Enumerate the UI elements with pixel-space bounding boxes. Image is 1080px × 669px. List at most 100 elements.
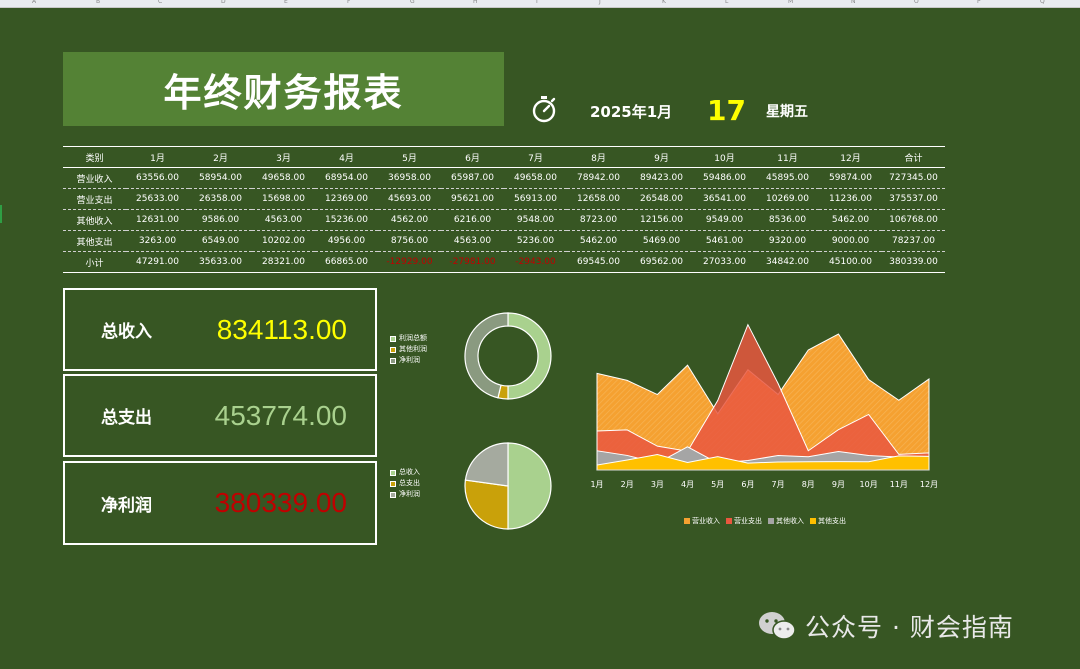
- table-cell[interactable]: 5236.00: [504, 231, 567, 252]
- table-cell[interactable]: 375537.00: [882, 189, 945, 210]
- table-cell[interactable]: 49658.00: [504, 168, 567, 189]
- table-cell[interactable]: 9548.00: [504, 210, 567, 231]
- column-letter[interactable]: K: [662, 0, 666, 6]
- table-cell[interactable]: 15236.00: [315, 210, 378, 231]
- pie-slice[interactable]: [507, 312, 552, 400]
- legend-swatch: [726, 518, 732, 524]
- table-cell[interactable]: 5461.00: [693, 231, 756, 252]
- table-cell[interactable]: 68954.00: [315, 168, 378, 189]
- table-cell[interactable]: 9549.00: [693, 210, 756, 231]
- table-cell[interactable]: 56913.00: [504, 189, 567, 210]
- column-letter[interactable]: L: [725, 0, 728, 6]
- table-cell[interactable]: 34842.00: [756, 252, 819, 273]
- table-cell[interactable]: 45895.00: [756, 168, 819, 189]
- table-cell[interactable]: 8756.00: [378, 231, 441, 252]
- pie-slice[interactable]: [464, 312, 509, 399]
- table-cell[interactable]: 49658.00: [252, 168, 315, 189]
- table-cell[interactable]: 小计: [63, 252, 126, 273]
- kpi-net-profit[interactable]: 净利润 380339.00: [63, 461, 377, 545]
- table-cell[interactable]: 其他支出: [63, 231, 126, 252]
- table-cell[interactable]: 59874.00: [819, 168, 882, 189]
- table-cell[interactable]: 营业收入: [63, 168, 126, 189]
- table-cell[interactable]: 9320.00: [756, 231, 819, 252]
- table-cell[interactable]: 69545.00: [567, 252, 630, 273]
- table-cell[interactable]: 36958.00: [378, 168, 441, 189]
- column-letter[interactable]: B: [96, 0, 100, 6]
- table-cell[interactable]: 69562.00: [630, 252, 693, 273]
- table-cell[interactable]: 45100.00: [819, 252, 882, 273]
- table-cell[interactable]: 12156.00: [630, 210, 693, 231]
- table-cell[interactable]: 5462.00: [567, 231, 630, 252]
- table-cell[interactable]: 6216.00: [441, 210, 504, 231]
- table-cell[interactable]: 78942.00: [567, 168, 630, 189]
- table-cell[interactable]: 营业支出: [63, 189, 126, 210]
- monthly-area-chart[interactable]: 1月 2月 3月 4月 5月 6月 7月 8月 9月 10月 11月 12月: [585, 310, 945, 500]
- table-cell[interactable]: 5462.00: [819, 210, 882, 231]
- table-cell[interactable]: 59486.00: [693, 168, 756, 189]
- column-letter[interactable]: E: [284, 0, 288, 6]
- column-letter[interactable]: O: [914, 0, 919, 6]
- pie-slice[interactable]: [507, 442, 552, 530]
- table-cell[interactable]: 58954.00: [189, 168, 252, 189]
- table-cell[interactable]: 106768.00: [882, 210, 945, 231]
- column-letter[interactable]: A: [32, 0, 36, 6]
- table-cell[interactable]: 27033.00: [693, 252, 756, 273]
- table-cell[interactable]: 63556.00: [126, 168, 189, 189]
- table-cell[interactable]: 10202.00: [252, 231, 315, 252]
- table-cell[interactable]: 12658.00: [567, 189, 630, 210]
- column-letter[interactable]: C: [158, 0, 162, 6]
- table-cell[interactable]: 35633.00: [189, 252, 252, 273]
- table-cell[interactable]: 9586.00: [189, 210, 252, 231]
- table-cell[interactable]: 4956.00: [315, 231, 378, 252]
- column-letter[interactable]: N: [851, 0, 856, 6]
- table-cell[interactable]: 15698.00: [252, 189, 315, 210]
- table-cell[interactable]: 89423.00: [630, 168, 693, 189]
- profit-donut-chart[interactable]: [462, 310, 554, 402]
- table-cell[interactable]: 9000.00: [819, 231, 882, 252]
- kpi-total-expense[interactable]: 总支出 453774.00: [63, 374, 377, 457]
- table-cell[interactable]: -2943.00: [504, 252, 567, 273]
- table-cell[interactable]: -27981.00: [441, 252, 504, 273]
- table-cell[interactable]: 4563.00: [441, 231, 504, 252]
- table-cell[interactable]: 25633.00: [126, 189, 189, 210]
- table-cell[interactable]: 4563.00: [252, 210, 315, 231]
- column-letter[interactable]: J: [599, 0, 601, 6]
- table-cell[interactable]: 380339.00: [882, 252, 945, 273]
- table-cell[interactable]: 4562.00: [378, 210, 441, 231]
- table-cell[interactable]: 10269.00: [756, 189, 819, 210]
- table-cell[interactable]: 66865.00: [315, 252, 378, 273]
- kpi-total-income[interactable]: 总收入 834113.00: [63, 288, 377, 371]
- table-cell[interactable]: 36541.00: [693, 189, 756, 210]
- table-cell[interactable]: 8536.00: [756, 210, 819, 231]
- table-cell[interactable]: 78237.00: [882, 231, 945, 252]
- table-cell[interactable]: 8723.00: [567, 210, 630, 231]
- table-cell[interactable]: 26548.00: [630, 189, 693, 210]
- table-cell[interactable]: 其他收入: [63, 210, 126, 231]
- table-cell[interactable]: 95621.00: [441, 189, 504, 210]
- column-letter[interactable]: M: [788, 0, 793, 6]
- column-letter[interactable]: Q: [1040, 0, 1045, 6]
- income-expense-pie-chart[interactable]: [462, 441, 554, 531]
- table-cell[interactable]: 11236.00: [819, 189, 882, 210]
- table-cell[interactable]: 12369.00: [315, 189, 378, 210]
- table-cell[interactable]: 3263.00: [126, 231, 189, 252]
- column-letter[interactable]: H: [473, 0, 478, 6]
- table-cell[interactable]: 65987.00: [441, 168, 504, 189]
- table-cell[interactable]: 45693.00: [378, 189, 441, 210]
- column-letter[interactable]: G: [410, 0, 415, 6]
- x-tick-label: 11月: [890, 480, 908, 489]
- pie-slice[interactable]: [464, 442, 509, 487]
- column-letter[interactable]: I: [536, 0, 538, 6]
- table-cell[interactable]: 28321.00: [252, 252, 315, 273]
- column-letter[interactable]: P: [977, 0, 981, 6]
- table-cell[interactable]: 26358.00: [189, 189, 252, 210]
- column-letter[interactable]: F: [347, 0, 350, 6]
- table-cell[interactable]: -12929.00: [378, 252, 441, 273]
- table-cell[interactable]: 6549.00: [189, 231, 252, 252]
- table-cell[interactable]: 5469.00: [630, 231, 693, 252]
- column-letter[interactable]: D: [221, 0, 226, 6]
- table-cell[interactable]: 47291.00: [126, 252, 189, 273]
- table-cell[interactable]: 12631.00: [126, 210, 189, 231]
- pie-slice[interactable]: [464, 479, 509, 530]
- table-cell[interactable]: 727345.00: [882, 168, 945, 189]
